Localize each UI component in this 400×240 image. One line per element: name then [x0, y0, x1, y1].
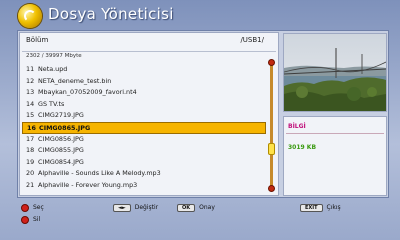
item-number: 20	[26, 169, 35, 178]
item-name: CIMG0855.JPG	[38, 146, 84, 155]
delete-hint[interactable]: Sil	[21, 215, 40, 224]
image-preview	[283, 33, 387, 112]
list-item[interactable]: 16 CIMG0865.JPG	[22, 121, 266, 134]
file-list-header: Bölüm /USB1/	[22, 36, 276, 46]
item-number: 21	[26, 180, 35, 189]
item-name: Mbaykan_07052009_favori.nt4	[38, 88, 137, 97]
scrollbar-track[interactable]	[270, 62, 273, 189]
red-button-icon	[21, 215, 29, 224]
item-name: GS TV.ts	[38, 99, 65, 108]
red-button-icon	[21, 203, 29, 212]
file-list: 11 Neta.upd 12 NETA_deneme_test.bin 13 Mbay…	[22, 64, 266, 192]
ok-key-icon: OK	[177, 203, 196, 212]
item-number: 12	[26, 76, 35, 85]
item-name: Neta.upd	[38, 65, 68, 73]
list-item[interactable]: 20 Alphaville - Sounds Like A Melody.mp3	[22, 168, 266, 180]
list-item[interactable]: 11 Neta.upd	[22, 64, 266, 76]
info-panel: BİLGİ 3019 KB	[283, 116, 387, 196]
current-path: /USB1/	[240, 36, 264, 44]
item-name: Alphaville - Sounds Like A Melody.mp3	[38, 169, 161, 178]
item-name: NETA_deneme_test.bin	[38, 76, 112, 85]
title-bar: Dosya Yöneticisi	[8, 4, 392, 28]
left-right-arrows-icon: ◄►	[113, 203, 131, 212]
item-number: 13	[26, 88, 35, 97]
item-name: CIMG2719.JPG	[38, 111, 84, 120]
item-number: 11	[26, 65, 35, 73]
bridge-photo-thumbnail	[284, 34, 386, 111]
footer-hints: Seç ◄► Değiştir OK Onay EXIT Çıkış Sil	[17, 200, 389, 232]
item-number: 16	[27, 123, 36, 132]
scrollbar-top-cap	[268, 59, 275, 66]
list-item[interactable]: 19 CIMG0854.JPG	[22, 157, 266, 169]
storage-info: 2302 / 39997 Mbyte	[26, 53, 82, 59]
item-name: CIMG0865.JPG	[39, 123, 91, 132]
exit-hint[interactable]: EXIT Çıkış	[300, 203, 341, 212]
list-item[interactable]: 15 CIMG2719.JPG	[22, 110, 266, 122]
info-title: BİLGİ	[288, 123, 306, 130]
delete-label: Sil	[33, 216, 41, 223]
list-item[interactable]: 17 CIMG0856.JPG	[22, 134, 266, 146]
list-item[interactable]: 12 NETA_deneme_test.bin	[22, 76, 266, 88]
file-size: 3019 KB	[288, 144, 317, 151]
item-number: 15	[26, 111, 35, 120]
item-name: CIMG0856.JPG	[38, 134, 84, 143]
swirl-logo-icon	[18, 4, 42, 28]
ok-label: Onay	[199, 204, 215, 211]
exit-label: Çıkış	[326, 204, 341, 211]
scrollbar-bottom-cap	[268, 185, 275, 192]
scrollbar-thumb[interactable]	[268, 143, 275, 155]
change-label: Değiştir	[134, 204, 159, 211]
exit-key-icon: EXIT	[300, 203, 323, 212]
ok-hint[interactable]: OK Onay	[177, 203, 215, 212]
info-divider	[286, 133, 384, 134]
item-number: 17	[26, 134, 35, 143]
list-item[interactable]: 21 Alphaville - Forever Young.mp3	[22, 180, 266, 192]
header-divider	[22, 51, 276, 52]
list-item[interactable]: 18 CIMG0855.JPG	[22, 145, 266, 157]
item-name: CIMG0854.JPG	[38, 157, 84, 166]
app-title: Dosya Yöneticisi	[48, 5, 174, 23]
list-item[interactable]: 13 Mbaykan_07052009_favori.nt4	[22, 87, 266, 99]
change-hint[interactable]: ◄► Değiştir	[113, 203, 158, 212]
item-number: 14	[26, 99, 35, 108]
list-item[interactable]: 14 GS TV.ts	[22, 99, 266, 111]
item-number: 19	[26, 157, 35, 166]
item-name: Alphaville - Forever Young.mp3	[38, 180, 138, 189]
select-label: Seç	[33, 204, 44, 211]
item-number: 18	[26, 146, 35, 155]
section-label: Bölüm	[26, 36, 49, 44]
file-list-panel: Bölüm /USB1/ 2302 / 39997 Mbyte 11 Neta.u…	[19, 32, 279, 196]
select-hint[interactable]: Seç	[21, 203, 44, 212]
